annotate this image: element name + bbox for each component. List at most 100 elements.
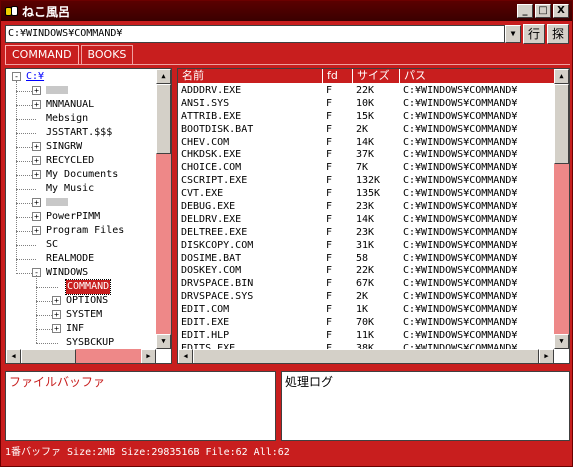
tree-item[interactable]: COMMAND bbox=[64, 279, 112, 295]
go-button[interactable]: 行 bbox=[523, 24, 545, 44]
tree-expand-icon[interactable]: + bbox=[32, 226, 41, 235]
folder-tree[interactable]: - C:¥ + + MNMANUAL Mebsign JSSTART.$$$ + SINGRW +… bbox=[5, 68, 172, 364]
status-bar: 1番バッファ Size:2MB Size:2983516B File:62 Al… bbox=[5, 447, 290, 458]
tree-item[interactable] bbox=[46, 84, 68, 98]
scroll-right-icon[interactable]: ▶ bbox=[539, 349, 554, 363]
tree-guide-branch bbox=[36, 343, 58, 344]
table-row[interactable]: EDIT.HLP F 11K C:¥WINDOWS¥COMMAND¥ bbox=[178, 330, 555, 343]
tree-expand-icon[interactable]: + bbox=[32, 86, 41, 95]
tree-item[interactable]: RECYCLED bbox=[46, 154, 94, 168]
table-row[interactable]: ADDDRV.EXE F 22K C:¥WINDOWS¥COMMAND¥ bbox=[178, 85, 555, 98]
table-row[interactable]: CVT.EXE F 135K C:¥WINDOWS¥COMMAND¥ bbox=[178, 188, 555, 201]
tree-item[interactable]: INF bbox=[66, 322, 84, 336]
table-row[interactable]: DOSKEY.COM F 22K C:¥WINDOWS¥COMMAND¥ bbox=[178, 265, 555, 278]
table-cell: DELDRV.EXE bbox=[181, 213, 242, 225]
tree-expand-icon[interactable]: + bbox=[52, 324, 61, 333]
tree-item[interactable]: WINDOWS bbox=[46, 266, 88, 280]
table-row[interactable]: BOOTDISK.BAT F 2K C:¥WINDOWS¥COMMAND¥ bbox=[178, 124, 555, 137]
tab-books[interactable]: BOOKS bbox=[80, 45, 134, 64]
tree-item[interactable]: SC bbox=[46, 238, 58, 252]
table-row[interactable]: DRVSPACE.SYS F 2K C:¥WINDOWS¥COMMAND¥ bbox=[178, 291, 555, 304]
tree-item[interactable]: Mebsign bbox=[46, 112, 88, 126]
table-cell: C:¥WINDOWS¥COMMAND¥ bbox=[403, 136, 518, 148]
scroll-up-icon[interactable]: ▲ bbox=[156, 69, 171, 84]
tree-item[interactable]: OPTIONS bbox=[66, 294, 108, 308]
tree-expand-icon[interactable]: + bbox=[32, 198, 41, 207]
column-header-path[interactable]: パス bbox=[400, 69, 555, 84]
tree-item[interactable]: SYSBCKUP bbox=[66, 336, 114, 349]
table-row[interactable]: DELTREE.EXE F 23K C:¥WINDOWS¥COMMAND¥ bbox=[178, 227, 555, 240]
tree-item[interactable]: SINGRW bbox=[46, 140, 82, 154]
scroll-left-icon[interactable]: ◀ bbox=[178, 349, 193, 363]
table-row[interactable]: DOSIME.BAT F 58 C:¥WINDOWS¥COMMAND¥ bbox=[178, 253, 555, 266]
table-row[interactable]: CHOICE.COM F 7K C:¥WINDOWS¥COMMAND¥ bbox=[178, 162, 555, 175]
file-buffer-title: ファイルバッファ bbox=[9, 375, 106, 389]
table-row[interactable]: DISKCOPY.COM F 31K C:¥WINDOWS¥COMMAND¥ bbox=[178, 240, 555, 253]
tree-expand-icon[interactable]: + bbox=[32, 156, 41, 165]
tree-item[interactable] bbox=[46, 196, 68, 210]
tree-expand-icon[interactable]: + bbox=[52, 296, 61, 305]
list-horizontal-scrollbar[interactable]: ◀ ▶ bbox=[178, 349, 554, 363]
file-buffer-panel[interactable]: ファイルバッファ bbox=[5, 371, 276, 441]
tree-item[interactable]: My Music bbox=[46, 182, 94, 196]
tree-guide-branch bbox=[16, 133, 36, 134]
tree-expand-icon[interactable]: + bbox=[32, 212, 41, 221]
tree-collapse-icon[interactable]: - bbox=[12, 72, 21, 81]
scroll-up-icon[interactable]: ▲ bbox=[554, 69, 569, 84]
table-cell: 70K bbox=[356, 317, 375, 329]
tree-item[interactable]: REALMODE bbox=[46, 252, 94, 266]
tree-root-label[interactable]: C:¥ bbox=[26, 70, 44, 84]
scroll-left-icon[interactable]: ◀ bbox=[6, 349, 21, 363]
table-row[interactable]: CHKDSK.EXE F 37K C:¥WINDOWS¥COMMAND¥ bbox=[178, 149, 555, 162]
list-scroll-thumb[interactable] bbox=[554, 84, 569, 164]
tree-item[interactable]: PowerPIMM bbox=[46, 210, 100, 224]
table-row[interactable]: CHEV.COM F 14K C:¥WINDOWS¥COMMAND¥ bbox=[178, 137, 555, 150]
table-cell: F bbox=[326, 213, 333, 225]
maximize-button[interactable]: □ bbox=[535, 4, 551, 18]
list-vertical-scrollbar[interactable]: ▲ ▼ bbox=[554, 69, 569, 349]
scroll-down-icon[interactable]: ▼ bbox=[554, 334, 569, 349]
tree-expand-icon[interactable]: + bbox=[32, 100, 41, 109]
tree-item[interactable]: JSSTART.$$$ bbox=[46, 126, 112, 140]
column-header-name[interactable]: 名前 bbox=[178, 69, 323, 84]
tree-item[interactable]: My Documents bbox=[46, 168, 118, 182]
table-cell: 22K bbox=[356, 85, 375, 96]
tree-vertical-scrollbar[interactable]: ▲ ▼ bbox=[156, 69, 171, 349]
process-log-panel[interactable]: 処理ログ bbox=[281, 371, 570, 441]
table-cell: EDIT.EXE bbox=[181, 317, 230, 329]
table-cell: C:¥WINDOWS¥COMMAND¥ bbox=[403, 175, 518, 187]
table-row[interactable]: EDIT.EXE F 70K C:¥WINDOWS¥COMMAND¥ bbox=[178, 317, 555, 330]
tree-expand-icon[interactable]: + bbox=[32, 142, 41, 151]
tree-item[interactable]: Program Files bbox=[46, 224, 124, 238]
table-row[interactable]: DRVSPACE.BIN F 67K C:¥WINDOWS¥COMMAND¥ bbox=[178, 278, 555, 291]
close-button[interactable]: X bbox=[553, 4, 569, 18]
search-button[interactable]: 探 bbox=[547, 24, 569, 44]
path-input[interactable]: C:¥WINDOWS¥COMMAND¥ bbox=[5, 25, 505, 43]
tab-command[interactable]: COMMAND bbox=[5, 45, 79, 64]
title-bar[interactable]: ねこ風呂 _ □ X bbox=[1, 1, 572, 21]
tree-expand-icon[interactable]: + bbox=[32, 170, 41, 179]
scroll-down-icon[interactable]: ▼ bbox=[156, 334, 171, 349]
tree-item[interactable]: SYSTEM bbox=[66, 308, 102, 322]
file-list[interactable]: 名前 fd サイズ パス ADDDRV.EXE F 22K C:¥WINDOWS¥CO… bbox=[177, 68, 570, 364]
table-row[interactable]: EDIT.COM F 1K C:¥WINDOWS¥COMMAND¥ bbox=[178, 304, 555, 317]
tree-hscroll-thumb[interactable] bbox=[21, 349, 76, 363]
table-cell: F bbox=[326, 265, 333, 277]
list-hscroll-thumb[interactable] bbox=[193, 349, 539, 363]
table-row[interactable]: CSCRIPT.EXE F 132K C:¥WINDOWS¥COMMAND¥ bbox=[178, 175, 555, 188]
table-row[interactable]: DEBUG.EXE F 23K C:¥WINDOWS¥COMMAND¥ bbox=[178, 201, 555, 214]
scroll-right-icon[interactable]: ▶ bbox=[141, 349, 156, 363]
path-dropdown-icon[interactable]: ▼ bbox=[505, 25, 521, 43]
tree-scroll-thumb[interactable] bbox=[156, 84, 171, 154]
table-row[interactable]: ATTRIB.EXE F 15K C:¥WINDOWS¥COMMAND¥ bbox=[178, 111, 555, 124]
table-cell: 14K bbox=[356, 136, 375, 148]
table-row[interactable]: ANSI.SYS F 10K C:¥WINDOWS¥COMMAND¥ bbox=[178, 98, 555, 111]
table-cell: EDIT.COM bbox=[181, 304, 230, 316]
column-header-size[interactable]: サイズ bbox=[353, 69, 400, 84]
minimize-button[interactable]: _ bbox=[517, 4, 533, 18]
column-header-fd[interactable]: fd bbox=[323, 69, 353, 84]
tree-expand-icon[interactable]: + bbox=[52, 310, 61, 319]
tree-horizontal-scrollbar[interactable]: ◀ ▶ bbox=[6, 349, 156, 363]
table-row[interactable]: DELDRV.EXE F 14K C:¥WINDOWS¥COMMAND¥ bbox=[178, 214, 555, 227]
tree-item[interactable]: MNMANUAL bbox=[46, 98, 94, 112]
